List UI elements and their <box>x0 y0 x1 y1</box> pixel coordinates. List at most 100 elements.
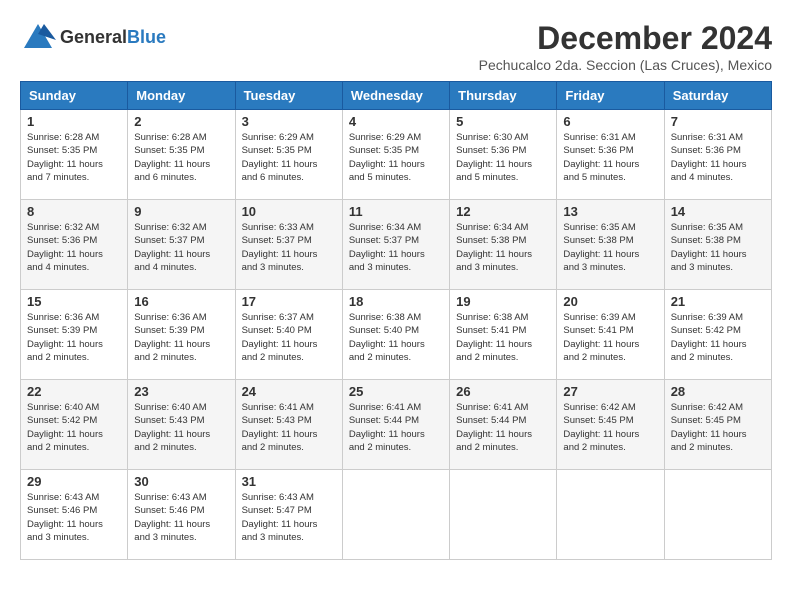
day-number: 5 <box>456 114 550 129</box>
header-sunday: Sunday <box>21 82 128 110</box>
day-detail: Sunrise: 6:40 AMSunset: 5:42 PMDaylight:… <box>27 401 121 454</box>
day-detail: Sunrise: 6:30 AMSunset: 5:36 PMDaylight:… <box>456 131 550 184</box>
calendar-week-row: 29 Sunrise: 6:43 AMSunset: 5:46 PMDayligh… <box>21 470 772 560</box>
day-number: 12 <box>456 204 550 219</box>
day-detail: Sunrise: 6:34 AMSunset: 5:38 PMDaylight:… <box>456 221 550 274</box>
title-section: December 2024 Pechucalco 2da. Seccion (L… <box>479 20 772 73</box>
day-detail: Sunrise: 6:38 AMSunset: 5:40 PMDaylight:… <box>349 311 443 364</box>
day-number: 25 <box>349 384 443 399</box>
header-saturday: Saturday <box>664 82 771 110</box>
day-detail: Sunrise: 6:43 AMSunset: 5:46 PMDaylight:… <box>27 491 121 544</box>
calendar-cell: 27Sunrise: 6:42 AMSunset: 5:45 PMDayligh… <box>557 380 664 470</box>
day-detail: Sunrise: 6:31 AMSunset: 5:36 PMDaylight:… <box>563 131 657 184</box>
day-detail: Sunrise: 6:29 AMSunset: 5:35 PMDaylight:… <box>242 131 336 184</box>
calendar-cell: 8Sunrise: 6:32 AMSunset: 5:36 PMDaylight… <box>21 200 128 290</box>
calendar-cell: 29 Sunrise: 6:43 AMSunset: 5:46 PMDayligh… <box>21 470 128 560</box>
calendar-cell: 28 Sunrise: 6:42 AMSunset: 5:45 PMDayligh… <box>664 380 771 470</box>
day-detail: Sunrise: 6:43 AMSunset: 5:46 PMDaylight:… <box>134 491 228 544</box>
day-number: 2 <box>134 114 228 129</box>
day-detail: Sunrise: 6:31 AMSunset: 5:36 PMDaylight:… <box>671 131 765 184</box>
day-number: 3 <box>242 114 336 129</box>
day-detail: Sunrise: 6:43 AMSunset: 5:47 PMDaylight:… <box>242 491 336 544</box>
calendar-cell <box>664 470 771 560</box>
day-number: 27 <box>563 384 657 399</box>
day-detail: Sunrise: 6:33 AMSunset: 5:37 PMDaylight:… <box>242 221 336 274</box>
day-detail: Sunrise: 6:35 AMSunset: 5:38 PMDaylight:… <box>671 221 765 274</box>
calendar-cell: 7Sunrise: 6:31 AMSunset: 5:36 PMDaylight… <box>664 110 771 200</box>
calendar-cell: 9 Sunrise: 6:32 AMSunset: 5:37 PMDaylight… <box>128 200 235 290</box>
day-number: 16 <box>134 294 228 309</box>
day-number: 9 <box>134 204 228 219</box>
calendar-cell: 24 Sunrise: 6:41 AMSunset: 5:43 PMDayligh… <box>235 380 342 470</box>
header-wednesday: Wednesday <box>342 82 449 110</box>
day-detail: Sunrise: 6:32 AMSunset: 5:37 PMDaylight:… <box>134 221 228 274</box>
header-monday: Monday <box>128 82 235 110</box>
day-detail: Sunrise: 6:38 AMSunset: 5:41 PMDaylight:… <box>456 311 550 364</box>
calendar-cell: 31Sunrise: 6:43 AMSunset: 5:47 PMDayligh… <box>235 470 342 560</box>
day-detail: Sunrise: 6:41 AMSunset: 5:43 PMDaylight:… <box>242 401 336 454</box>
calendar-week-row: 8Sunrise: 6:32 AMSunset: 5:36 PMDaylight… <box>21 200 772 290</box>
day-detail: Sunrise: 6:36 AMSunset: 5:39 PMDaylight:… <box>27 311 121 364</box>
day-number: 29 <box>27 474 121 489</box>
page-header: GeneralBlue December 2024 Pechucalco 2da… <box>20 20 772 73</box>
day-number: 18 <box>349 294 443 309</box>
calendar-cell: 11 Sunrise: 6:34 AMSunset: 5:37 PMDayligh… <box>342 200 449 290</box>
day-number: 17 <box>242 294 336 309</box>
calendar-cell: 10 Sunrise: 6:33 AMSunset: 5:37 PMDayligh… <box>235 200 342 290</box>
day-number: 28 <box>671 384 765 399</box>
header-tuesday: Tuesday <box>235 82 342 110</box>
day-number: 13 <box>563 204 657 219</box>
calendar-cell: 23 Sunrise: 6:40 AMSunset: 5:43 PMDayligh… <box>128 380 235 470</box>
calendar-cell: 3 Sunrise: 6:29 AMSunset: 5:35 PMDaylight… <box>235 110 342 200</box>
day-detail: Sunrise: 6:41 AMSunset: 5:44 PMDaylight:… <box>456 401 550 454</box>
calendar-cell <box>557 470 664 560</box>
day-detail: Sunrise: 6:40 AMSunset: 5:43 PMDaylight:… <box>134 401 228 454</box>
day-number: 19 <box>456 294 550 309</box>
calendar-cell: 1Sunrise: 6:28 AMSunset: 5:35 PMDaylight… <box>21 110 128 200</box>
calendar-cell: 16 Sunrise: 6:36 AMSunset: 5:39 PMDayligh… <box>128 290 235 380</box>
calendar-cell: 20 Sunrise: 6:39 AMSunset: 5:41 PMDayligh… <box>557 290 664 380</box>
calendar-cell: 17 Sunrise: 6:37 AMSunset: 5:40 PMDayligh… <box>235 290 342 380</box>
day-detail: Sunrise: 6:41 AMSunset: 5:44 PMDaylight:… <box>349 401 443 454</box>
calendar-header-row: SundayMondayTuesdayWednesdayThursdayFrid… <box>21 82 772 110</box>
day-number: 21 <box>671 294 765 309</box>
logo-blue-text: Blue <box>127 27 166 47</box>
calendar-cell: 6 Sunrise: 6:31 AMSunset: 5:36 PMDaylight… <box>557 110 664 200</box>
day-number: 20 <box>563 294 657 309</box>
day-detail: Sunrise: 6:34 AMSunset: 5:37 PMDaylight:… <box>349 221 443 274</box>
day-number: 8 <box>27 204 121 219</box>
day-number: 11 <box>349 204 443 219</box>
day-number: 22 <box>27 384 121 399</box>
calendar-cell: 21 Sunrise: 6:39 AMSunset: 5:42 PMDayligh… <box>664 290 771 380</box>
day-number: 6 <box>563 114 657 129</box>
header-thursday: Thursday <box>450 82 557 110</box>
calendar-cell: 13 Sunrise: 6:35 AMSunset: 5:38 PMDayligh… <box>557 200 664 290</box>
logo-general-text: General <box>60 27 127 47</box>
calendar-cell: 19 Sunrise: 6:38 AMSunset: 5:41 PMDayligh… <box>450 290 557 380</box>
day-detail: Sunrise: 6:39 AMSunset: 5:41 PMDaylight:… <box>563 311 657 364</box>
calendar-cell <box>342 470 449 560</box>
day-number: 10 <box>242 204 336 219</box>
calendar-cell: 12 Sunrise: 6:34 AMSunset: 5:38 PMDayligh… <box>450 200 557 290</box>
calendar-cell: 26Sunrise: 6:41 AMSunset: 5:44 PMDayligh… <box>450 380 557 470</box>
calendar-cell: 22 Sunrise: 6:40 AMSunset: 5:42 PMDayligh… <box>21 380 128 470</box>
day-detail: Sunrise: 6:36 AMSunset: 5:39 PMDaylight:… <box>134 311 228 364</box>
day-detail: Sunrise: 6:29 AMSunset: 5:35 PMDaylight:… <box>349 131 443 184</box>
day-number: 24 <box>242 384 336 399</box>
header-friday: Friday <box>557 82 664 110</box>
day-number: 23 <box>134 384 228 399</box>
day-detail: Sunrise: 6:35 AMSunset: 5:38 PMDaylight:… <box>563 221 657 274</box>
calendar-cell: 5 Sunrise: 6:30 AMSunset: 5:36 PMDaylight… <box>450 110 557 200</box>
day-detail: Sunrise: 6:39 AMSunset: 5:42 PMDaylight:… <box>671 311 765 364</box>
day-number: 1 <box>27 114 121 129</box>
calendar-week-row: 1 Sunrise: 6:28 AMSunset: 5:35 PMDaylight… <box>21 110 772 200</box>
calendar-cell: 18 Sunrise: 6:38 AMSunset: 5:40 PMDayligh… <box>342 290 449 380</box>
calendar-cell: 30Sunrise: 6:43 AMSunset: 5:46 PMDayligh… <box>128 470 235 560</box>
day-detail: Sunrise: 6:42 AMSunset: 5:45 PMDaylight:… <box>671 401 765 454</box>
calendar-table: SundayMondayTuesdayWednesdayThursdayFrid… <box>20 81 772 560</box>
calendar-cell: 15Sunrise: 6:36 AMSunset: 5:39 PMDayligh… <box>21 290 128 380</box>
calendar-week-row: 22 Sunrise: 6:40 AMSunset: 5:42 PMDayligh… <box>21 380 772 470</box>
day-detail: Sunrise: 6:28 AMSunset: 5:35 PMDaylight:… <box>134 131 228 184</box>
logo: GeneralBlue <box>20 20 166 56</box>
day-detail: Sunrise: 6:37 AMSunset: 5:40 PMDaylight:… <box>242 311 336 364</box>
